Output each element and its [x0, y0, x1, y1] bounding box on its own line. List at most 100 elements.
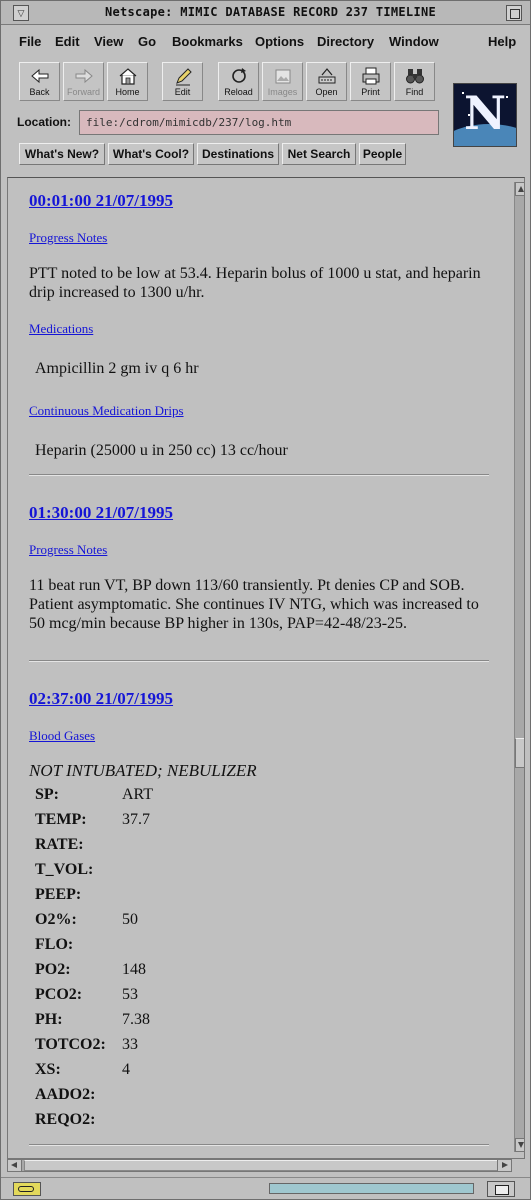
menu-help[interactable]: Help — [488, 34, 516, 49]
netscape-logo[interactable]: N — [453, 83, 517, 147]
divider — [29, 474, 489, 476]
home-label: Home — [115, 87, 140, 97]
bg-value: 7.38 — [122, 1011, 150, 1028]
horizontal-scroll-thumb[interactable] — [24, 1160, 499, 1171]
binoculars-icon — [405, 69, 424, 84]
bg-key: T_VOL: — [35, 861, 94, 878]
scroll-right-arrow-icon[interactable] — [497, 1160, 511, 1171]
blood-gas-row: XS: 4 — [35, 1061, 335, 1085]
bg-value: 33 — [122, 1036, 138, 1053]
location-label: Location: — [17, 115, 71, 129]
find-button[interactable]: Find — [394, 62, 435, 101]
bg-value: 4 — [122, 1061, 130, 1078]
menu-window[interactable]: Window — [389, 34, 439, 49]
timestamp-link[interactable]: 00:01:00 21/07/1995 — [29, 191, 173, 211]
vertical-scrollbar[interactable] — [514, 182, 524, 1152]
images-button[interactable]: Images — [262, 62, 303, 101]
bg-key: TOTCO2: — [35, 1036, 106, 1053]
menu-bookmarks[interactable]: Bookmarks — [172, 34, 243, 49]
reload-button[interactable]: Reload — [218, 62, 259, 101]
menu-edit[interactable]: Edit — [55, 34, 80, 49]
destinations-button[interactable]: Destinations — [197, 143, 279, 165]
progress-note-text: PTT noted to be low at 53.4. Heparin bol… — [29, 265, 481, 301]
blood-gas-row: REQO2: — [35, 1111, 335, 1135]
images-icon — [275, 69, 290, 84]
bg-key: PEEP: — [35, 886, 82, 903]
bg-key: PCO2: — [35, 986, 83, 1003]
medications-link[interactable]: Medications — [29, 321, 93, 337]
medication-text: Ampicillin 2 gm iv q 6 hr — [35, 360, 199, 377]
forward-button[interactable]: Forward — [63, 62, 104, 101]
open-button[interactable]: Open — [306, 62, 347, 101]
blood-gas-row: AADO2: — [35, 1086, 335, 1110]
horizontal-scrollbar[interactable] — [7, 1159, 512, 1172]
scroll-down-arrow-icon[interactable] — [515, 1138, 524, 1152]
menu-view[interactable]: View — [94, 34, 123, 49]
blood-gas-row: TEMP: 37.7 — [35, 811, 335, 835]
divider — [29, 660, 489, 662]
vertical-scroll-thumb[interactable] — [515, 738, 524, 768]
blood-gas-heading: NOT INTUBATED; NEBULIZER — [29, 761, 257, 780]
timestamp-link[interactable]: 02:37:00 21/07/1995 — [29, 689, 173, 709]
page-content: 00:01:00 21/07/1995 Progress Notes PTT n… — [8, 178, 508, 1158]
maximize-icon[interactable] — [506, 5, 522, 21]
bg-value: 50 — [122, 911, 138, 928]
window-menu-icon[interactable]: ▽ — [13, 5, 29, 21]
bg-value: ART — [122, 786, 154, 803]
edit-button[interactable]: Edit — [162, 62, 203, 101]
blood-gas-row: PCO2: 53 — [35, 986, 335, 1010]
blood-gas-row: SP: ART — [35, 786, 335, 810]
blood-gas-row: PEEP: — [35, 886, 335, 910]
location-input[interactable]: file:/cdrom/mimicdb/237/log.htm — [79, 110, 439, 135]
status-bar — [1, 1177, 530, 1199]
status-text — [47, 1182, 257, 1196]
home-button[interactable]: Home — [107, 62, 148, 101]
print-button[interactable]: Print — [350, 62, 391, 101]
people-button[interactable]: People — [359, 143, 406, 165]
bg-key: XS: — [35, 1061, 61, 1078]
blood-gas-row: TOTCO2: 33 — [35, 1036, 335, 1060]
blood-gases-link[interactable]: Blood Gases — [29, 728, 95, 744]
security-key-icon[interactable] — [13, 1182, 41, 1196]
bg-key: RATE: — [35, 836, 84, 853]
progress-notes-link[interactable]: Progress Notes — [29, 542, 107, 558]
bg-value: 37.7 — [122, 811, 150, 828]
net-search-button[interactable]: Net Search — [282, 143, 356, 165]
timestamp-link[interactable]: 01:30:00 21/07/1995 — [29, 503, 173, 523]
progress-note-text: 11 beat run VT, BP down 113/60 transient… — [29, 577, 479, 632]
drip-text: Heparin (25000 u in 250 cc) 13 cc/hour — [35, 442, 288, 459]
bg-value: 53 — [122, 986, 138, 1003]
open-label: Open — [315, 87, 338, 97]
menu-options[interactable]: Options — [255, 34, 304, 49]
toolbar: Back Forward Home Edit Reload Images Ope… — [1, 59, 451, 105]
blood-gas-row: RATE: — [35, 836, 335, 860]
whats-new-button[interactable]: What's New? — [19, 143, 105, 165]
bg-key: FLO: — [35, 936, 74, 953]
bg-key: O2%: — [35, 911, 77, 928]
whats-cool-button[interactable]: What's Cool? — [108, 143, 194, 165]
bg-value: 148 — [122, 961, 146, 978]
location-bar: Location: file:/cdrom/mimicdb/237/log.ht… — [1, 109, 446, 137]
bg-key: REQO2: — [35, 1111, 96, 1128]
progress-notes-link[interactable]: Progress Notes — [29, 230, 107, 246]
blood-gas-row: O2%: 50 — [35, 911, 335, 935]
menu-go[interactable]: Go — [138, 34, 156, 49]
forward-arrow-icon — [75, 68, 93, 84]
back-button[interactable]: Back — [19, 62, 60, 101]
forward-label: Forward — [66, 87, 100, 97]
printer-icon — [362, 67, 379, 85]
print-label: Print — [361, 87, 380, 97]
mail-icon[interactable] — [487, 1181, 515, 1197]
edit-label: Edit — [174, 87, 191, 97]
open-icon — [318, 68, 335, 84]
reload-label: Reload — [224, 87, 253, 97]
divider — [29, 1144, 489, 1146]
scroll-left-arrow-icon[interactable] — [8, 1160, 22, 1171]
drips-link[interactable]: Continuous Medication Drips — [29, 403, 184, 419]
menu-file[interactable]: File — [19, 34, 41, 49]
key-shape — [18, 1186, 34, 1192]
back-arrow-icon — [30, 68, 48, 84]
scroll-up-arrow-icon[interactable] — [515, 182, 524, 196]
home-icon — [119, 68, 136, 85]
menu-directory[interactable]: Directory — [317, 34, 374, 49]
